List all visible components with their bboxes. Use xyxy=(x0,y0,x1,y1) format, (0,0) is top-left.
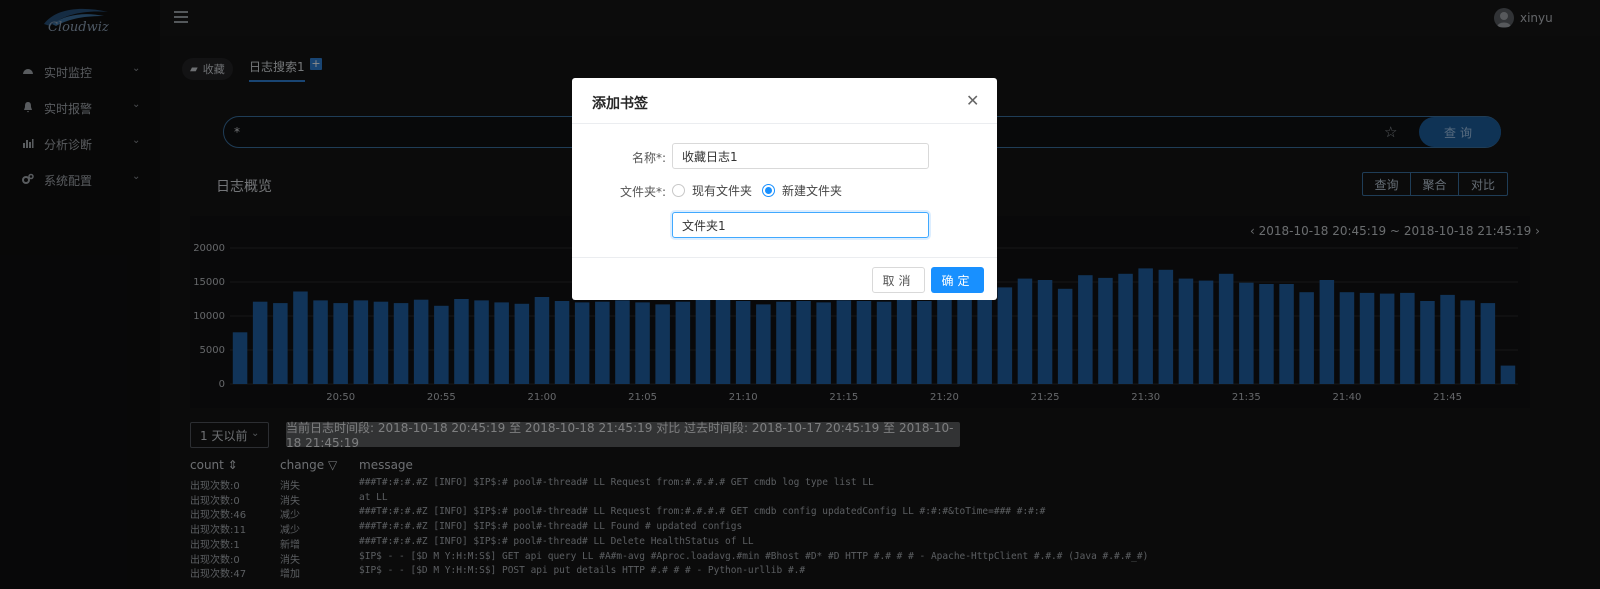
radio-new-folder[interactable]: 新建文件夹 xyxy=(762,182,842,199)
dialog-header: 添加书签 ✕ xyxy=(572,78,997,124)
name-label: 名称*: xyxy=(631,151,666,165)
folder-label: 文件夹*: xyxy=(619,185,666,199)
radio-dot xyxy=(672,184,685,197)
add-bookmark-dialog: 添加书签 ✕ 名称*: 收藏日志1 文件夹*: 现有文件夹 新建文件夹 文件夹1… xyxy=(572,78,997,300)
folder-name-field[interactable]: 文件夹1 xyxy=(672,212,929,238)
folder-name-value: 文件夹1 xyxy=(682,218,726,233)
radio-existing-folder[interactable]: 现有文件夹 xyxy=(672,182,752,199)
dialog-footer: 取消 确定 xyxy=(572,257,997,300)
confirm-button[interactable]: 确定 xyxy=(931,267,984,293)
close-icon[interactable]: ✕ xyxy=(966,91,979,110)
cancel-button[interactable]: 取消 xyxy=(872,267,925,293)
name-field-value: 收藏日志1 xyxy=(682,149,738,164)
radio-existing-label: 现有文件夹 xyxy=(692,184,753,198)
dialog-title: 添加书签 xyxy=(592,96,648,112)
radio-new-label: 新建文件夹 xyxy=(782,184,843,198)
radio-dot xyxy=(762,184,775,197)
name-field[interactable]: 收藏日志1 xyxy=(672,143,929,169)
